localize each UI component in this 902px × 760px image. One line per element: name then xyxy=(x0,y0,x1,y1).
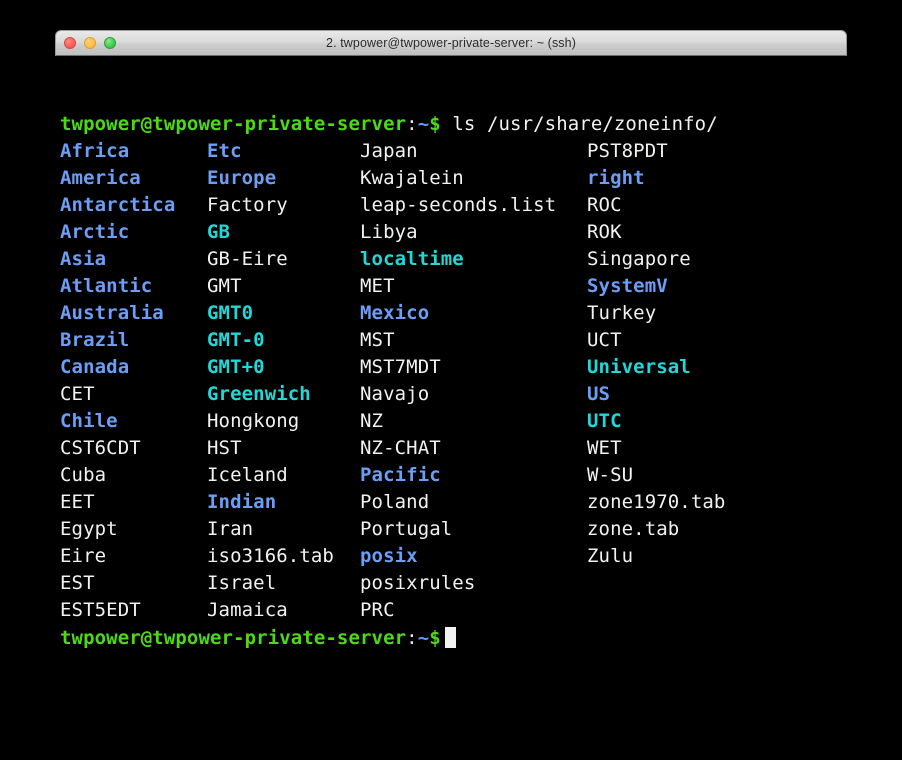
ls-entry: MST xyxy=(360,329,395,351)
ls-entry: MST7MDT xyxy=(360,356,441,378)
terminal-screen[interactable]: twpower@twpower-private-server:~$ ls /us… xyxy=(0,56,902,760)
ls-entry: Japan xyxy=(360,140,418,162)
ls-entry: leap-seconds.list xyxy=(360,194,557,216)
ls-entry: Pacific xyxy=(360,464,441,486)
ls-entry: Iran xyxy=(207,518,254,540)
ls-column-2: Etc Europe Factory GB GB-Eire GMT GMT0 GMT-0 GMT… xyxy=(207,138,334,624)
ls-column-4: PST8PDT right ROC ROK Singapore SystemV Turkey… xyxy=(587,138,725,570)
ls-entry: MET xyxy=(360,275,395,297)
ls-entry: Factory xyxy=(207,194,288,216)
maximize-button[interactable] xyxy=(104,37,116,49)
ls-entry: Mexico xyxy=(360,302,430,324)
prompt-path: ~ xyxy=(417,113,430,135)
ls-entry: Australia xyxy=(60,302,164,324)
ls-column-1: Africa America Antarctica Arctic Asia Atlanti… xyxy=(60,138,175,624)
ls-entry: iso3166.tab xyxy=(207,545,334,567)
command-prompt-line: twpower@twpower-private-server:~$ ls /us… xyxy=(60,111,718,138)
window-controls xyxy=(64,31,116,55)
ls-entry: CST6CDT xyxy=(60,437,141,459)
minimize-button[interactable] xyxy=(84,37,96,49)
ls-entry: Etc xyxy=(207,140,242,162)
ls-entry: EST xyxy=(60,572,95,594)
ls-entry: right xyxy=(587,167,645,189)
prompt-colon: : xyxy=(406,113,418,135)
ls-entry: Antarctica xyxy=(60,194,176,216)
ls-entry: Turkey xyxy=(587,302,657,324)
ls-entry: localtime xyxy=(360,248,464,270)
ls-entry: Brazil xyxy=(60,329,130,351)
ls-entry: Hongkong xyxy=(207,410,300,432)
ls-entry: HST xyxy=(207,437,242,459)
ls-entry: PST8PDT xyxy=(587,140,668,162)
ls-entry: Greenwich xyxy=(207,383,311,405)
ls-entry: Kwajalein xyxy=(360,167,464,189)
ls-entry: Canada xyxy=(60,356,130,378)
ls-entry: WET xyxy=(587,437,622,459)
ls-entry: Israel xyxy=(207,572,277,594)
ls-entry: Portugal xyxy=(360,518,453,540)
prompt-dollar: $ xyxy=(429,627,441,649)
ls-entry: Jamaica xyxy=(207,599,288,621)
ls-entry: UTC xyxy=(587,410,622,432)
ls-entry: CET xyxy=(60,383,95,405)
ls-entry: America xyxy=(60,167,141,189)
ls-entry: US xyxy=(587,383,611,405)
ls-entry: zone1970.tab xyxy=(587,491,726,513)
terminal-window: 2. twpower@twpower-private-server: ~ (ss… xyxy=(0,30,902,760)
ls-entry: Egypt xyxy=(60,518,118,540)
ls-entry: Libya xyxy=(360,221,418,243)
ls-entry: Cuba xyxy=(60,464,107,486)
prompt-colon: : xyxy=(406,627,418,649)
ls-entry: Atlantic xyxy=(60,275,153,297)
ls-entry: posix xyxy=(360,545,418,567)
ls-entry: Indian xyxy=(207,491,277,513)
ls-entry: Universal xyxy=(587,356,691,378)
ls-entry: zone.tab xyxy=(587,518,680,540)
ls-entry: EST5EDT xyxy=(60,599,141,621)
ls-entry: GMT+0 xyxy=(207,356,265,378)
ls-entry: GMT xyxy=(207,275,242,297)
prompt-path: ~ xyxy=(417,627,430,649)
ls-entry: GMT0 xyxy=(207,302,254,324)
prompt-user-host: twpower@twpower-private-server xyxy=(60,627,407,649)
ls-entry: posixrules xyxy=(360,572,476,594)
ls-entry: GB-Eire xyxy=(207,248,288,270)
typed-command: ls /usr/share/zoneinfo/ xyxy=(440,113,718,135)
final-prompt-line: twpower@twpower-private-server:~$ xyxy=(60,625,456,652)
ls-entry: NZ-CHAT xyxy=(360,437,441,459)
ls-entry: W-SU xyxy=(587,464,634,486)
ls-entry: PRC xyxy=(360,599,395,621)
ls-entry: Iceland xyxy=(207,464,288,486)
window-title-bar[interactable]: 2. twpower@twpower-private-server: ~ (ss… xyxy=(55,30,847,56)
ls-entry: EET xyxy=(60,491,95,513)
ls-entry: Poland xyxy=(360,491,430,513)
ls-entry: SystemV xyxy=(587,275,668,297)
ls-column-3: Japan Kwajalein leap-seconds.list Libya loca… xyxy=(360,138,556,624)
ls-entry: ROK xyxy=(587,221,622,243)
ls-entry: Europe xyxy=(207,167,277,189)
close-button[interactable] xyxy=(64,37,76,49)
ls-entry: NZ xyxy=(360,410,384,432)
window-title: 2. twpower@twpower-private-server: ~ (ss… xyxy=(326,36,576,50)
prompt-user-host: twpower@twpower-private-server xyxy=(60,113,407,135)
ls-entry: Zulu xyxy=(587,545,634,567)
ls-entry: Eire xyxy=(60,545,107,567)
ls-entry: Arctic xyxy=(60,221,130,243)
ls-entry: Chile xyxy=(60,410,118,432)
ls-entry: GB xyxy=(207,221,231,243)
ls-entry: ROC xyxy=(587,194,622,216)
ls-output: Africa America Antarctica Arctic Asia Atlanti… xyxy=(60,138,890,621)
ls-entry: Singapore xyxy=(587,248,691,270)
ls-entry: Navajo xyxy=(360,383,430,405)
ls-entry: Asia xyxy=(60,248,107,270)
prompt-dollar: $ xyxy=(429,113,441,135)
text-cursor xyxy=(444,627,456,648)
ls-entry: Africa xyxy=(60,140,130,162)
ls-entry: UCT xyxy=(587,329,622,351)
ls-entry: GMT-0 xyxy=(207,329,265,351)
